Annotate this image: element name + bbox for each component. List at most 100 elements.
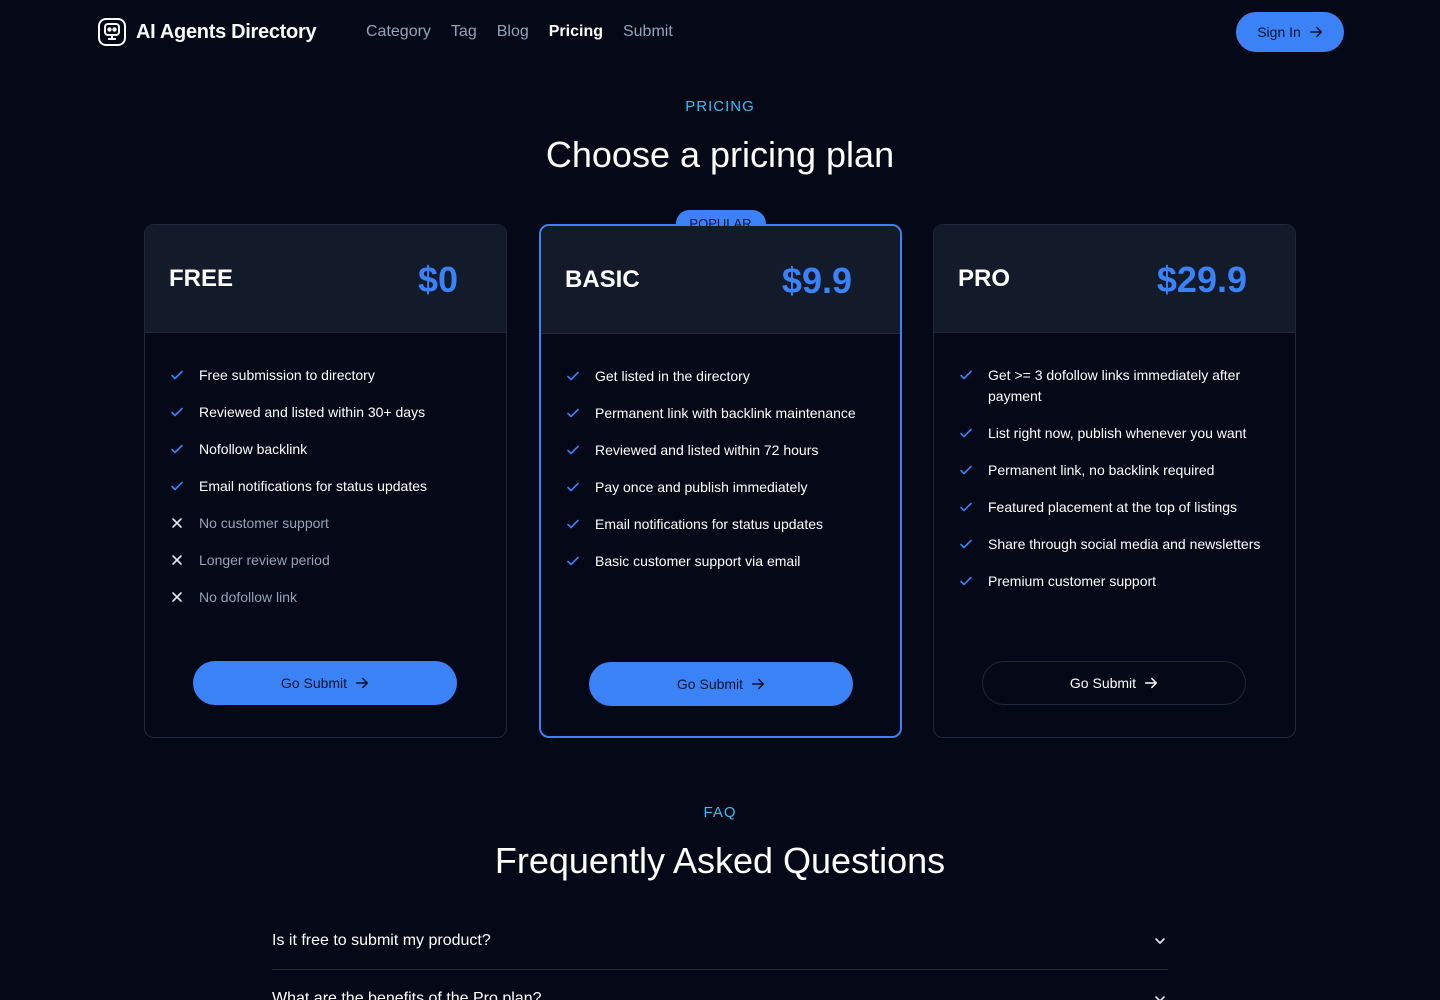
- arrow-right-icon: [1309, 26, 1322, 38]
- nav-category[interactable]: Category: [366, 23, 431, 41]
- x-icon: [172, 555, 182, 565]
- plan-price: $29.9: [1156, 259, 1247, 300]
- faq-list: Is it free to submit my product? What are…: [272, 912, 1168, 1000]
- faq-item[interactable]: What are the benefits of the Pro plan?: [272, 970, 1168, 1000]
- plan-name: BASIC: [565, 266, 640, 293]
- feature-item: List right now, publish whenever you wan…: [958, 423, 1278, 444]
- check-icon: [960, 539, 972, 549]
- feature-text: No customer support: [199, 515, 329, 531]
- chevron-down-icon: [1155, 995, 1165, 1000]
- chevron-down-icon: [1155, 937, 1165, 944]
- x-icon: [172, 518, 182, 528]
- faq-item[interactable]: Is it free to submit my product?: [272, 912, 1168, 970]
- feature-text: Reviewed and listed within 72 hours: [595, 442, 819, 458]
- check-icon: [960, 576, 972, 586]
- feature-item: Email notifications for status updates: [169, 476, 489, 497]
- feature-item: Free submission to directory: [169, 365, 489, 386]
- feature-item: Pay once and publish immediately: [565, 477, 885, 498]
- pricing-eyebrow: PRICING: [685, 98, 755, 115]
- feature-item: Basic customer support via email: [565, 551, 885, 572]
- check-icon: [567, 482, 579, 492]
- feature-text: Free submission to directory: [199, 367, 375, 383]
- feature-list: Get listed in the directory Permanent lin…: [565, 366, 885, 588]
- feature-text: Permanent link, no backlink required: [988, 462, 1215, 478]
- logo-text: AI Agents Directory: [136, 20, 317, 43]
- feature-text: Premium customer support: [988, 573, 1157, 589]
- plan-card-basic: POPULAR BASIC $9.9 Get listed in the direct…: [539, 210, 902, 738]
- x-icon: [172, 592, 182, 602]
- feature-text: Permanent link with backlink maintenance: [595, 405, 856, 421]
- plan-price: $9.9: [781, 260, 852, 301]
- arrow-right-icon: [752, 678, 765, 690]
- feature-item: Longer review period: [169, 550, 489, 571]
- check-icon: [171, 481, 183, 491]
- feature-text: Pay once and publish immediately: [595, 479, 808, 495]
- plan-price: $0: [417, 259, 458, 300]
- go-submit-label: Go Submit: [676, 676, 744, 692]
- sign-in-label: Sign In: [1257, 24, 1301, 40]
- check-icon: [567, 408, 579, 418]
- plan-header: BASIC $9.9: [541, 226, 900, 334]
- plan-header: FREE $0: [145, 225, 506, 333]
- feature-item: Permanent link, no backlink required: [958, 460, 1278, 481]
- logo[interactable]: AI Agents Directory: [96, 16, 317, 48]
- check-icon: [960, 370, 972, 380]
- arrow-right-icon: [1145, 677, 1158, 689]
- check-icon: [567, 556, 579, 566]
- feature-item: Featured placement at the top of listing…: [958, 497, 1278, 518]
- check-icon: [567, 519, 579, 529]
- feature-item: Get >= 3 dofollow links immediately afte…: [958, 365, 1278, 407]
- go-submit-button[interactable]: Go Submit: [193, 661, 457, 705]
- go-submit-label: Go Submit: [280, 675, 348, 691]
- feature-item: Share through social media and newslette…: [958, 534, 1278, 555]
- faq-question: Is it free to submit my product?: [272, 931, 491, 949]
- feature-list: Get >= 3 dofollow links immediately afte…: [958, 365, 1278, 608]
- check-icon: [960, 428, 972, 438]
- feature-item: No dofollow link: [169, 587, 489, 608]
- feature-item: Get listed in the directory: [565, 366, 885, 387]
- go-submit-button[interactable]: Go Submit: [589, 662, 853, 706]
- nav-pricing[interactable]: Pricing: [549, 23, 603, 41]
- faq-question: What are the benefits of the Pro plan?: [272, 989, 542, 1000]
- feature-text: Share through social media and newslette…: [988, 536, 1261, 552]
- faq-title: Frequently Asked Questions: [494, 840, 946, 881]
- feature-item: Premium customer support: [958, 571, 1278, 592]
- plan-name: PRO: [958, 265, 1011, 292]
- nav-tag[interactable]: Tag: [451, 23, 477, 41]
- arrow-right-icon: [356, 677, 369, 689]
- robot-logo-icon: [98, 18, 126, 46]
- check-icon: [567, 445, 579, 455]
- feature-text: Featured placement at the top of listing…: [988, 499, 1238, 515]
- plan-card-pro: PRO $29.9 Get >= 3 dofollow links immediat…: [933, 224, 1296, 738]
- plan-header: PRO $29.9: [934, 225, 1295, 333]
- feature-text: Get >= 3 dofollow links immediately afte…: [988, 367, 1241, 404]
- feature-item: Reviewed and listed within 30+ days: [169, 402, 489, 423]
- sign-in-button[interactable]: Sign In: [1236, 12, 1344, 52]
- pricing-title: Choose a pricing plan: [545, 134, 895, 175]
- plan-name: FREE: [169, 265, 234, 292]
- check-icon: [171, 444, 183, 454]
- check-icon: [171, 407, 183, 417]
- feature-text: Reviewed and listed within 30+ days: [199, 404, 426, 420]
- nav-submit[interactable]: Submit: [623, 23, 673, 41]
- plan-card-free: FREE $0 Free submission to directory Review…: [144, 224, 507, 738]
- feature-item: Email notifications for status updates: [565, 514, 885, 535]
- go-submit-button[interactable]: Go Submit: [982, 661, 1246, 705]
- main-nav: Category Tag Blog Pricing Submit: [366, 20, 673, 44]
- feature-item: Nofollow backlink: [169, 439, 489, 460]
- check-icon: [960, 502, 972, 512]
- go-submit-label: Go Submit: [1069, 675, 1137, 691]
- feature-text: Longer review period: [199, 552, 330, 568]
- feature-text: Get listed in the directory: [595, 368, 750, 384]
- feature-item: Permanent link with backlink maintenance: [565, 403, 885, 424]
- feature-text: Email notifications for status updates: [199, 478, 428, 494]
- feature-text: List right now, publish whenever you wan…: [988, 425, 1247, 441]
- check-icon: [171, 370, 183, 380]
- feature-text: Nofollow backlink: [199, 441, 308, 457]
- nav-blog[interactable]: Blog: [497, 23, 529, 41]
- feature-text: Basic customer support via email: [595, 553, 801, 569]
- faq-eyebrow: FAQ: [703, 804, 737, 821]
- site-header: AI Agents Directory Category Tag Blog Pr…: [0, 0, 1440, 64]
- feature-item: Reviewed and listed within 72 hours: [565, 440, 885, 461]
- check-icon: [960, 465, 972, 475]
